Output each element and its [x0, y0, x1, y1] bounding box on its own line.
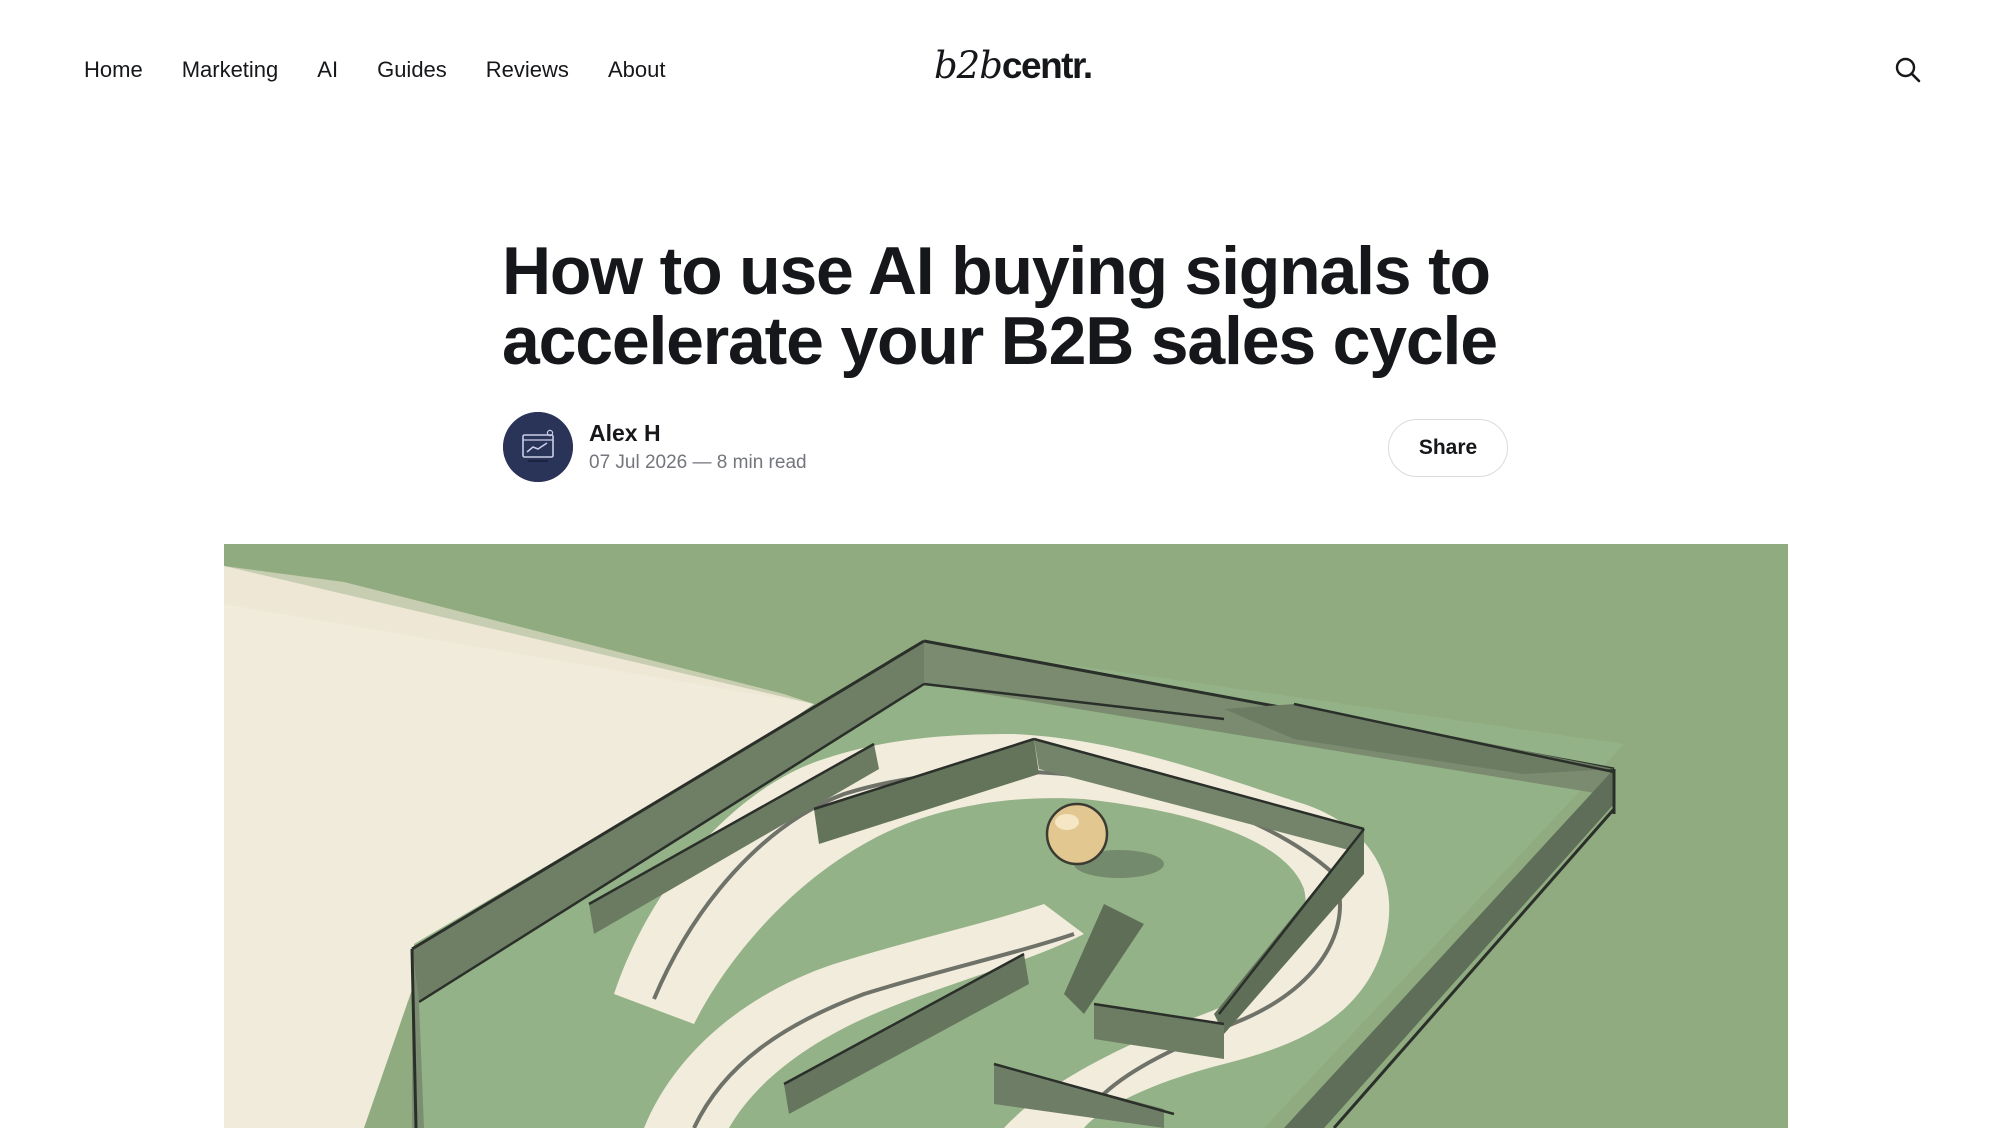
search-icon [1895, 57, 1921, 83]
logo-italic-part: b2b [934, 44, 1003, 87]
site-header: Home Marketing AI Guides Reviews About b… [0, 0, 2000, 140]
author-avatar[interactable] [503, 412, 573, 482]
search-button[interactable] [1892, 54, 1924, 86]
nav-reviews[interactable]: Reviews [486, 56, 569, 84]
feature-image [224, 544, 1788, 1128]
nav-home[interactable]: Home [84, 56, 143, 84]
nav-ai[interactable]: AI [317, 56, 338, 84]
page: Home Marketing AI Guides Reviews About b… [0, 0, 2000, 1128]
nav-guides[interactable]: Guides [377, 56, 447, 84]
article-title: How to use AI buying signals to accelera… [502, 233, 1498, 379]
article-meta: 07 Jul 2026 — 8 min read [589, 452, 807, 473]
author-name[interactable]: Alex H [589, 420, 661, 447]
logo-bold-part: centr. [1001, 45, 1093, 86]
nav-marketing[interactable]: Marketing [182, 56, 279, 84]
maze-illustration [224, 544, 1788, 1128]
site-logo[interactable]: b2b centr. [934, 44, 1093, 94]
main-nav: Home Marketing AI Guides Reviews About [84, 56, 704, 84]
share-button[interactable]: Share [1388, 419, 1508, 477]
nav-about[interactable]: About [608, 56, 666, 84]
chart-icon [503, 412, 573, 482]
